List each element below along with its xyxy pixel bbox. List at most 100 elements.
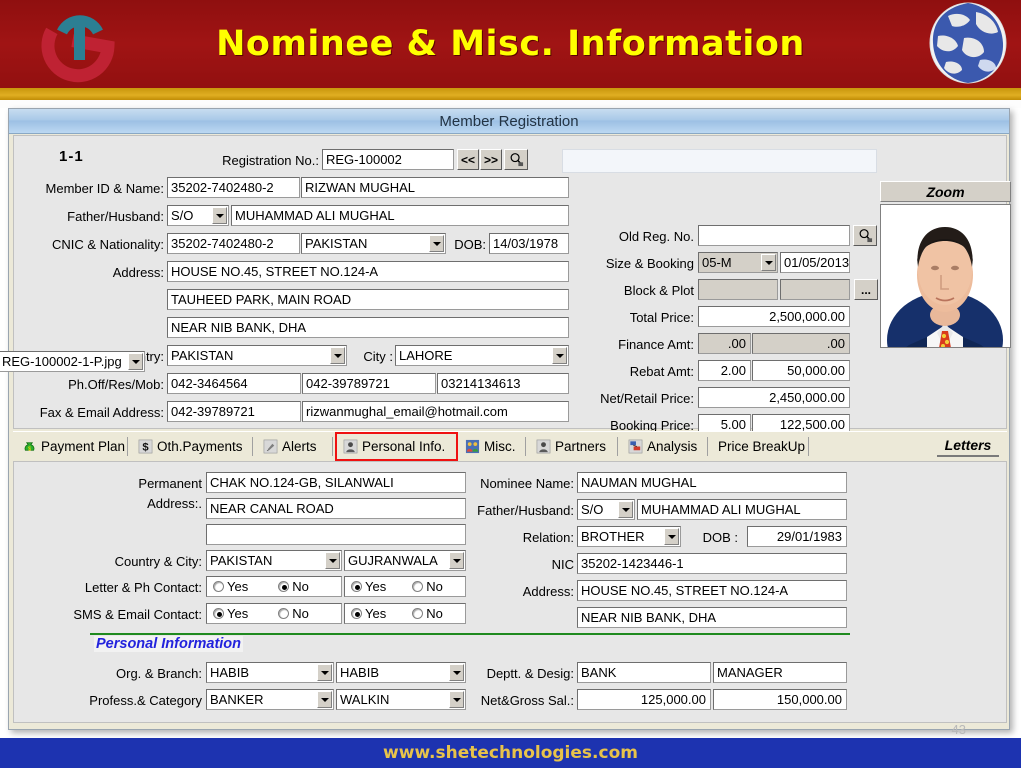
country-select[interactable]: PAKISTAN: [167, 345, 347, 366]
dob-input[interactable]: 14/03/1978: [489, 233, 569, 254]
chevron-down-icon[interactable]: [552, 347, 567, 364]
letter-contact-no[interactable]: No: [278, 579, 309, 594]
email-contact-radio-group[interactable]: Yes No: [344, 603, 466, 624]
letters-button[interactable]: Letters: [937, 434, 999, 457]
chevron-down-icon[interactable]: [761, 254, 776, 271]
tab-misc[interactable]: Misc.: [460, 434, 526, 459]
tab-payment-plan[interactable]: $ Payment Plan: [17, 434, 128, 459]
branch-select[interactable]: HABIB: [336, 662, 466, 683]
radio-icon[interactable]: [278, 581, 290, 592]
fax-input[interactable]: 042-39789721: [167, 401, 301, 422]
sms-contact-no[interactable]: No: [278, 606, 309, 621]
permanent-address-line3-input[interactable]: [206, 524, 466, 545]
nominee-dob-input[interactable]: 29/01/1983: [747, 526, 847, 547]
tab-price-breakup[interactable]: Price BreakUp: [713, 434, 809, 459]
address-line3-input[interactable]: NEAR NIB BANK, DHA: [167, 317, 569, 338]
net-retail-price-input[interactable]: 2,450,000.00: [698, 387, 850, 408]
profession-select[interactable]: BANKER: [206, 689, 334, 710]
radio-icon[interactable]: [213, 581, 224, 592]
member-photo[interactable]: [880, 204, 1011, 348]
phone-contact-radio-group[interactable]: Yes No: [344, 576, 466, 597]
address-line1-input[interactable]: HOUSE NO.45, STREET NO.124-A: [167, 261, 569, 282]
sms-contact-radio-group[interactable]: Yes No: [206, 603, 342, 624]
nominee-relation-select[interactable]: BROTHER: [577, 526, 681, 547]
sms-contact-yes[interactable]: Yes: [213, 606, 248, 621]
letter-contact-radio-group[interactable]: Yes No: [206, 576, 342, 597]
perm-country-select[interactable]: PAKISTAN: [206, 550, 342, 571]
member-id-input[interactable]: 35202-7402480-2: [167, 177, 300, 198]
chevron-down-icon[interactable]: [212, 207, 227, 224]
deptt-input[interactable]: BANK: [577, 662, 711, 683]
email-contact-yes[interactable]: Yes: [351, 606, 386, 621]
finance-amt-value-input[interactable]: .00: [752, 333, 850, 354]
nationality-select[interactable]: PAKISTAN: [301, 233, 446, 254]
finance-amt-pct-input[interactable]: .00: [698, 333, 751, 354]
booking-date-input[interactable]: 01/05/2013: [780, 252, 850, 273]
rebat-amt-pct-input[interactable]: 2.00: [698, 360, 751, 381]
member-name-input[interactable]: RIZWAN MUGHAL: [301, 177, 569, 198]
radio-icon[interactable]: [278, 608, 290, 619]
chevron-down-icon[interactable]: [317, 664, 332, 681]
chevron-down-icon[interactable]: [618, 501, 633, 518]
tab-partners[interactable]: Partners: [531, 434, 618, 459]
desig-input[interactable]: MANAGER: [713, 662, 847, 683]
chevron-down-icon[interactable]: [317, 691, 332, 708]
nominee-address-line1-input[interactable]: HOUSE NO.45, STREET NO.124-A: [577, 580, 847, 601]
permanent-address-line1-input[interactable]: CHAK NO.124-GB, SILANWALI: [206, 472, 466, 493]
org-select[interactable]: HABIB: [206, 662, 334, 683]
father-husband-relation-select[interactable]: S/O: [167, 205, 229, 226]
email-contact-no[interactable]: No: [412, 606, 443, 621]
nominee-nic-input[interactable]: 35202-1423446-1: [577, 553, 847, 574]
phone-contact-yes[interactable]: Yes: [351, 579, 386, 594]
permanent-address-line2-input[interactable]: NEAR CANAL ROAD: [206, 498, 466, 519]
address-line2-input[interactable]: TAUHEED PARK, MAIN ROAD: [167, 289, 569, 310]
total-price-input[interactable]: 2,500,000.00: [698, 306, 850, 327]
chevron-down-icon[interactable]: [664, 528, 679, 545]
tab-analysis[interactable]: Analysis: [623, 434, 708, 459]
block-plot-browse-button[interactable]: ...: [854, 279, 878, 300]
net-salary-input[interactable]: 125,000.00: [577, 689, 711, 710]
nominee-address-line2-input[interactable]: NEAR NIB BANK, DHA: [577, 607, 847, 628]
phone-office-input[interactable]: 042-3464564: [167, 373, 301, 394]
phone-mobile-input[interactable]: 03214134613: [437, 373, 569, 394]
nominee-name-input[interactable]: NAUMAN MUGHAL: [577, 472, 847, 493]
gross-salary-input[interactable]: 150,000.00: [713, 689, 847, 710]
nominee-father-relation-select[interactable]: S/O: [577, 499, 635, 520]
radio-icon[interactable]: [213, 608, 224, 619]
next-record-button[interactable]: >>: [480, 149, 502, 170]
chevron-down-icon[interactable]: [128, 353, 143, 370]
letter-contact-yes[interactable]: Yes: [213, 579, 248, 594]
perm-city-select[interactable]: GUJRANWALA: [344, 550, 466, 571]
nominee-father-name-input[interactable]: MUHAMMAD ALI MUGHAL: [637, 499, 847, 520]
father-husband-name-input[interactable]: MUHAMMAD ALI MUGHAL: [231, 205, 569, 226]
size-select[interactable]: 05-M: [698, 252, 778, 273]
photo-file-select[interactable]: REG-100002-1-P.jpg: [0, 351, 145, 372]
email-input[interactable]: rizwanmughal_email@hotmail.com: [302, 401, 569, 422]
registration-no-input[interactable]: REG-100002: [322, 149, 454, 170]
tab-alerts[interactable]: Alerts: [258, 434, 333, 459]
plot-input[interactable]: [780, 279, 850, 300]
prev-record-button[interactable]: <<: [457, 149, 479, 170]
chevron-down-icon[interactable]: [449, 691, 464, 708]
radio-icon[interactable]: [351, 581, 362, 592]
tab-oth-payments[interactable]: $ Oth.Payments: [133, 434, 253, 459]
radio-icon[interactable]: [412, 581, 424, 592]
rebat-amt-value-input[interactable]: 50,000.00: [752, 360, 850, 381]
magnifier-icon[interactable]: [853, 225, 877, 246]
zoom-button[interactable]: Zoom: [880, 181, 1011, 202]
old-reg-no-input[interactable]: [698, 225, 850, 246]
chevron-down-icon[interactable]: [325, 552, 340, 569]
chevron-down-icon[interactable]: [449, 664, 464, 681]
chevron-down-icon[interactable]: [449, 552, 464, 569]
chevron-down-icon[interactable]: [429, 235, 444, 252]
tab-personal-info[interactable]: Personal Info.: [338, 434, 453, 459]
chevron-down-icon[interactable]: [330, 347, 345, 364]
city-select[interactable]: LAHORE: [395, 345, 569, 366]
phone-residence-input[interactable]: 042-39789721: [302, 373, 436, 394]
phone-contact-no[interactable]: No: [412, 579, 443, 594]
magnifier-icon[interactable]: [504, 149, 528, 170]
cnic-input[interactable]: 35202-7402480-2: [167, 233, 300, 254]
radio-icon[interactable]: [351, 608, 362, 619]
radio-icon[interactable]: [412, 608, 424, 619]
category-select[interactable]: WALKIN: [336, 689, 466, 710]
